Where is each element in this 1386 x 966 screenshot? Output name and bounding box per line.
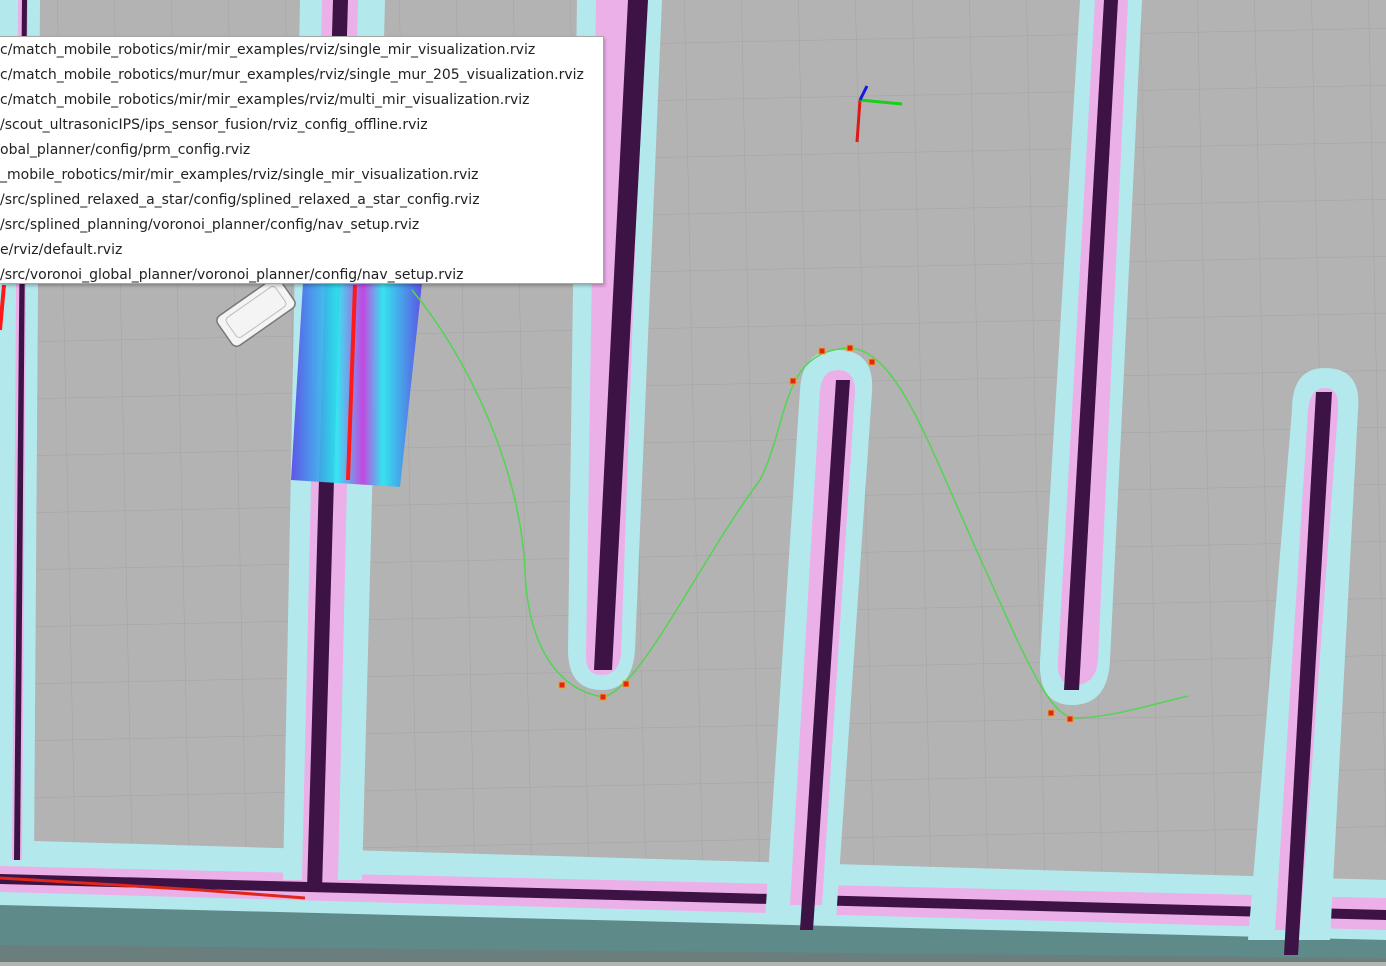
recent-config-item[interactable]: c/match_mobile_robotics/mur/mur_examples… [0,63,603,88]
recent-config-item[interactable]: /scout_ultrasonicIPS/ips_sensor_fusion/r… [0,113,603,138]
waypoint-marker [789,377,797,385]
recent-config-item[interactable]: c/match_mobile_robotics/mir/mir_examples… [0,88,603,113]
waypoint-marker [818,347,826,355]
laser-scan [291,283,422,487]
waypoint-marker [558,681,566,689]
waypoint-marker [1066,715,1074,723]
waypoint-marker [622,680,630,688]
recent-config-item[interactable]: _mobile_robotics/mir/mir_examples/rviz/s… [0,163,603,188]
recent-config-item[interactable]: /src/splined_relaxed_a_star/config/splin… [0,188,603,213]
recent-config-item[interactable]: c/match_mobile_robotics/mir/mir_examples… [0,38,603,63]
waypoint-marker [868,358,876,366]
waypoint-marker [1047,709,1055,717]
waypoint-marker [599,693,607,701]
recent-config-item[interactable]: obal_planner/config/prm_config.rviz [0,138,603,163]
waypoint-marker [846,344,854,352]
recent-config-item[interactable]: /src/splined_planning/voronoi_planner/co… [0,213,603,238]
recent-configs-menu[interactable]: c/match_mobile_robotics/mir/mir_examples… [0,36,604,284]
recent-config-item[interactable]: e/rviz/default.rviz [0,238,603,263]
recent-config-item[interactable]: /src/voronoi_global_planner/voronoi_plan… [0,263,603,283]
